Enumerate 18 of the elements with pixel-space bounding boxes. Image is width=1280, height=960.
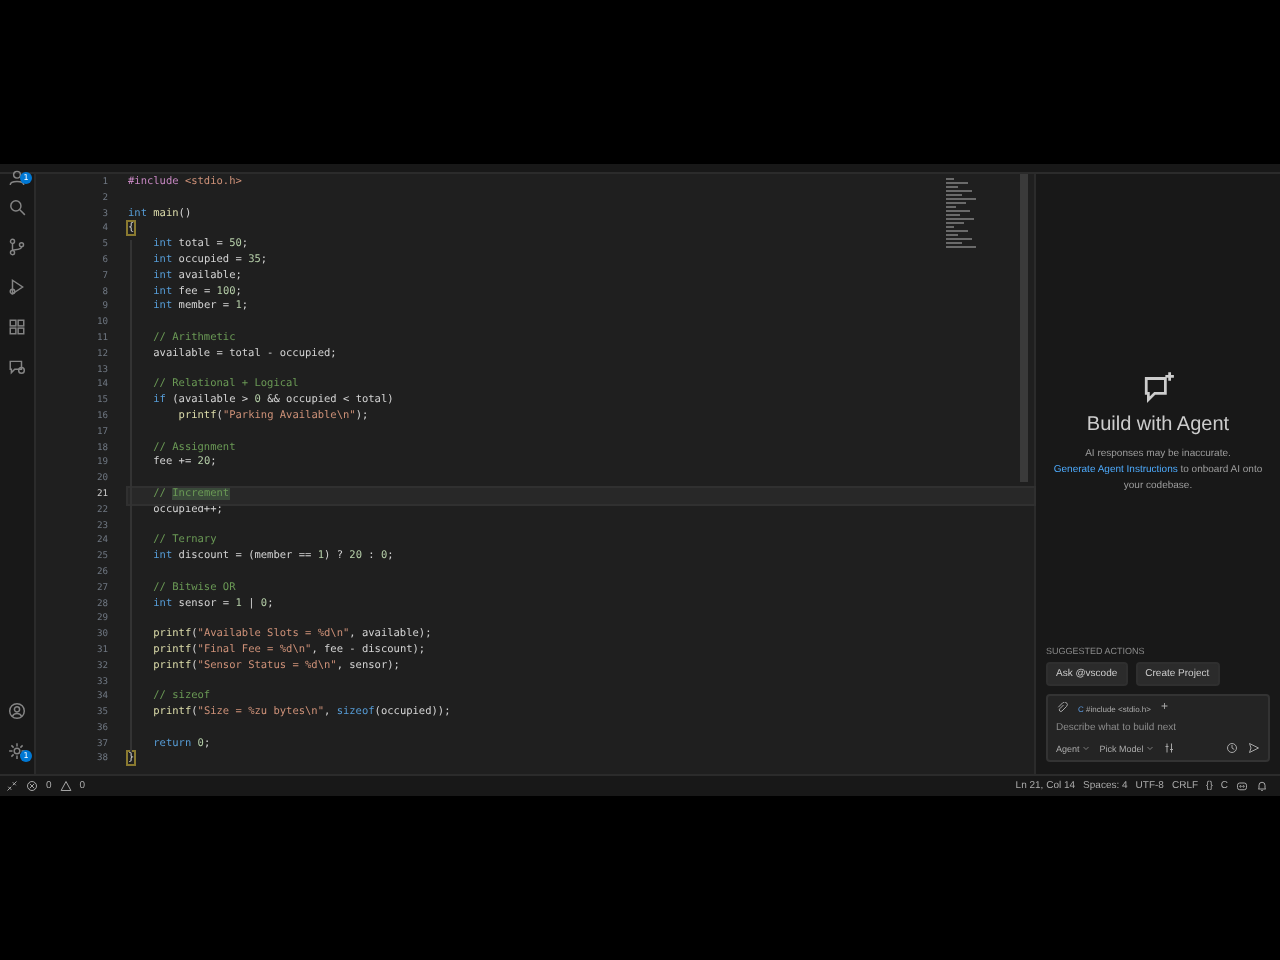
clock-icon[interactable] xyxy=(1226,742,1238,754)
account-icon[interactable] xyxy=(8,701,26,719)
warning-icon[interactable] xyxy=(59,780,72,792)
bell-icon[interactable] xyxy=(1256,780,1268,792)
source-control-icon[interactable] xyxy=(8,237,26,255)
minimap-drawing xyxy=(946,178,982,248)
extensions-icon[interactable] xyxy=(8,317,26,335)
run-debug-icon[interactable] xyxy=(8,277,26,295)
paperclip-icon[interactable] xyxy=(1056,702,1068,714)
tools-icon[interactable] xyxy=(1163,742,1176,754)
chat-icon[interactable] xyxy=(8,357,26,375)
send-icon[interactable] xyxy=(1248,742,1260,754)
chat-title: Build with Agent xyxy=(1086,414,1230,436)
settings-icon[interactable] xyxy=(8,741,26,759)
remote-icon[interactable] xyxy=(6,780,18,792)
chat-sparkle-icon xyxy=(1141,370,1175,404)
error-icon[interactable] xyxy=(26,780,38,792)
search-icon[interactable] xyxy=(8,197,26,215)
